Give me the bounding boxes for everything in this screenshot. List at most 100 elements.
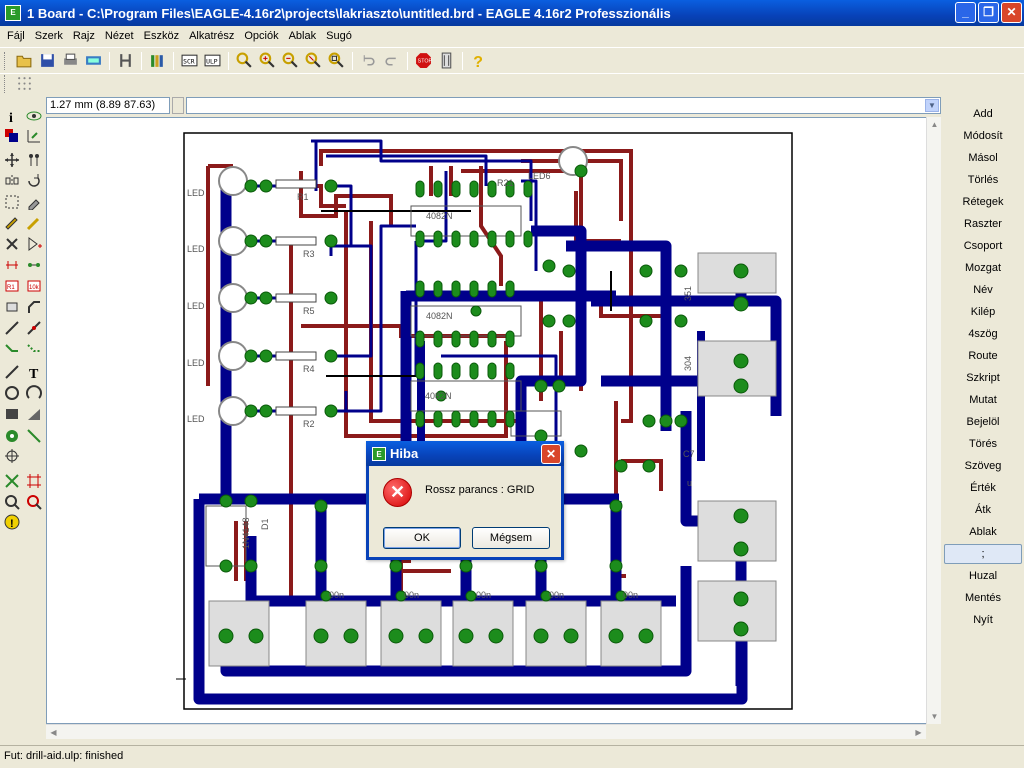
menu-help[interactable]: Sugó bbox=[321, 30, 357, 42]
script-icon[interactable]: SCR bbox=[178, 50, 200, 72]
arc-icon[interactable] bbox=[24, 383, 44, 403]
board-canvas[interactable]: LED LED LED LED LED LED6 R1 R3 R5 R4 R2 … bbox=[46, 117, 941, 724]
text-icon[interactable]: T bbox=[24, 362, 44, 382]
show-eye-icon[interactable] bbox=[24, 106, 44, 126]
miter-icon[interactable] bbox=[24, 297, 44, 317]
go-icon[interactable] bbox=[435, 50, 457, 72]
chevron-down-icon[interactable]: ▼ bbox=[925, 99, 939, 112]
zoom-fit-icon[interactable] bbox=[233, 50, 255, 72]
command-button[interactable]: Módosít bbox=[944, 126, 1022, 146]
name-icon[interactable]: R1 bbox=[2, 276, 22, 296]
auto-icon[interactable] bbox=[24, 471, 44, 491]
command-button[interactable]: Másol bbox=[944, 148, 1022, 168]
scroll-right-icon[interactable]: ▶ bbox=[911, 725, 926, 740]
via-icon[interactable] bbox=[2, 426, 22, 446]
rotate-icon[interactable] bbox=[24, 171, 44, 191]
command-button[interactable]: 4szög bbox=[944, 324, 1022, 344]
redo-icon[interactable] bbox=[380, 50, 402, 72]
print-icon[interactable] bbox=[59, 50, 81, 72]
mark-icon[interactable] bbox=[24, 126, 44, 146]
library-icon[interactable] bbox=[146, 50, 168, 72]
signal-icon[interactable] bbox=[24, 426, 44, 446]
command-line-input[interactable]: ▼ bbox=[186, 97, 941, 114]
errors-icon[interactable]: ! bbox=[2, 512, 22, 532]
group-icon[interactable] bbox=[2, 192, 22, 212]
coordinate-toggle[interactable] bbox=[172, 97, 184, 114]
pcb-layout[interactable]: LED LED LED LED LED LED6 R1 R3 R5 R4 R2 … bbox=[47, 118, 927, 724]
pinswap-icon[interactable] bbox=[2, 255, 22, 275]
help-icon[interactable]: ? bbox=[467, 50, 489, 72]
scroll-left-icon[interactable]: ◀ bbox=[46, 725, 61, 740]
undo-icon[interactable] bbox=[357, 50, 379, 72]
dialog-title-bar[interactable]: E Hiba ✕ bbox=[366, 441, 564, 466]
command-button[interactable]: Bejelöl bbox=[944, 412, 1022, 432]
command-button[interactable]: Nyít bbox=[944, 610, 1022, 630]
hole-icon[interactable] bbox=[2, 446, 22, 466]
switch-schematic-icon[interactable] bbox=[114, 50, 136, 72]
delete-icon[interactable] bbox=[2, 234, 22, 254]
horizontal-scrollbar[interactable]: ◀ ▶ bbox=[46, 724, 926, 739]
save-icon[interactable] bbox=[36, 50, 58, 72]
command-button[interactable]: Név bbox=[944, 280, 1022, 300]
command-button[interactable]: Szöveg bbox=[944, 456, 1022, 476]
cam-processor-icon[interactable] bbox=[82, 50, 104, 72]
scroll-down-icon[interactable]: ▼ bbox=[927, 709, 942, 724]
change-icon[interactable] bbox=[24, 192, 44, 212]
add-icon[interactable] bbox=[24, 234, 44, 254]
command-button[interactable]: Ablak bbox=[944, 522, 1022, 542]
ok-button[interactable]: OK bbox=[383, 527, 461, 549]
menu-draw[interactable]: Rajz bbox=[68, 30, 100, 42]
zoom-out-icon[interactable] bbox=[279, 50, 301, 72]
toolbar-grip-2[interactable] bbox=[4, 74, 7, 93]
menu-options[interactable]: Opciók bbox=[239, 30, 283, 42]
ulp-icon[interactable]: ULP bbox=[201, 50, 223, 72]
menu-view[interactable]: Nézet bbox=[100, 30, 139, 42]
menu-file[interactable]: Fájl bbox=[2, 30, 30, 42]
move-icon[interactable] bbox=[2, 150, 22, 170]
display-layers-icon[interactable] bbox=[2, 126, 22, 146]
command-button[interactable]: Átk bbox=[944, 500, 1022, 520]
paste-icon[interactable] bbox=[2, 213, 22, 233]
polygon-icon[interactable] bbox=[24, 404, 44, 424]
menu-tools[interactable]: Eszköz bbox=[139, 30, 184, 42]
command-button[interactable]: Raszter bbox=[944, 214, 1022, 234]
info-icon[interactable]: i bbox=[2, 106, 22, 126]
command-button[interactable]: Törés bbox=[944, 434, 1022, 454]
circle-icon[interactable] bbox=[2, 383, 22, 403]
command-button[interactable]: Rétegek bbox=[944, 192, 1022, 212]
grid-icon[interactable] bbox=[13, 73, 35, 95]
command-button[interactable]: Route bbox=[944, 346, 1022, 366]
menu-library[interactable]: Alkatrész bbox=[184, 30, 239, 42]
wire-icon[interactable] bbox=[2, 362, 22, 382]
stop-icon[interactable]: STOP bbox=[412, 50, 434, 72]
menu-edit[interactable]: Szerk bbox=[30, 30, 68, 42]
command-button[interactable]: Csoport bbox=[944, 236, 1022, 256]
command-button[interactable]: Mentés bbox=[944, 588, 1022, 608]
optimize-icon[interactable] bbox=[24, 318, 44, 338]
redraw-icon[interactable] bbox=[302, 50, 324, 72]
command-button[interactable]: Add bbox=[944, 104, 1022, 124]
command-button[interactable]: Törlés bbox=[944, 170, 1022, 190]
command-button[interactable]: Mozgat bbox=[944, 258, 1022, 278]
ratsnest-icon[interactable] bbox=[2, 471, 22, 491]
command-button[interactable]: Huzal bbox=[944, 566, 1022, 586]
cancel-button[interactable]: Mégsem bbox=[472, 527, 550, 549]
minimize-button[interactable]: _ bbox=[955, 2, 976, 23]
command-button[interactable]: ; bbox=[944, 544, 1022, 564]
zoom-in-icon[interactable] bbox=[256, 50, 278, 72]
toolbar-grip[interactable] bbox=[4, 51, 7, 70]
replace-icon[interactable] bbox=[24, 255, 44, 275]
copy-icon[interactable] bbox=[24, 150, 44, 170]
smash-icon[interactable] bbox=[2, 297, 22, 317]
dialog-close-button[interactable]: ✕ bbox=[541, 444, 561, 464]
command-button[interactable]: Szkript bbox=[944, 368, 1022, 388]
open-icon[interactable] bbox=[13, 50, 35, 72]
split-wire-icon[interactable] bbox=[2, 318, 22, 338]
route-icon[interactable] bbox=[2, 339, 22, 359]
rect-icon[interactable] bbox=[2, 404, 22, 424]
menu-window[interactable]: Ablak bbox=[284, 30, 322, 42]
command-button[interactable]: Kilép bbox=[944, 302, 1022, 322]
zoom-select-icon[interactable] bbox=[325, 50, 347, 72]
maximize-button[interactable]: ❐ bbox=[978, 2, 999, 23]
value-icon[interactable]: 10k bbox=[24, 276, 44, 296]
